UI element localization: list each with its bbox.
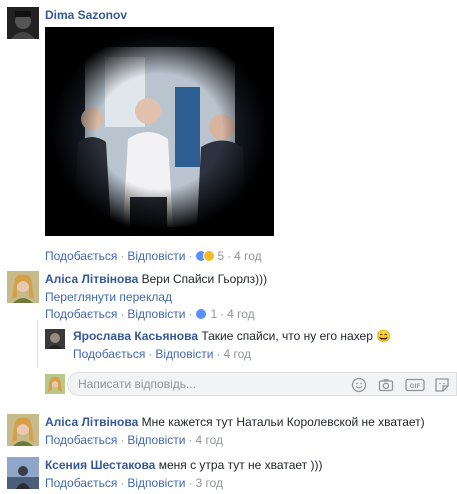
comment-text: Вери Спайси Гьорлз))) <box>141 272 268 286</box>
timestamp[interactable]: 3 год <box>195 476 223 490</box>
camera-icon[interactable] <box>378 377 394 393</box>
reply-input[interactable] <box>78 376 348 392</box>
see-translation-link[interactable]: Переглянути переклад <box>45 289 172 305</box>
current-user-avatar <box>45 374 65 394</box>
avatar[interactable] <box>7 7 39 39</box>
timestamp[interactable]: 4 год <box>223 347 251 361</box>
comment-author[interactable]: Dima Sazonov <box>45 8 127 22</box>
smile-emoji-icon: 😄 <box>376 329 392 343</box>
comment-text: Такие спайси, что ну его нахер <box>201 329 373 343</box>
comment-author[interactable]: Ярослава Касьянова <box>73 329 198 343</box>
reply-link[interactable]: Відповісти <box>127 249 185 263</box>
comment-photo[interactable] <box>45 27 274 236</box>
reply-link[interactable]: Відповісти <box>127 476 185 490</box>
avatar[interactable] <box>7 271 39 303</box>
like-link[interactable]: Подобається <box>73 347 145 361</box>
comment-author[interactable]: Аліса Літвінова <box>45 415 138 429</box>
emoji-icon[interactable] <box>351 377 367 393</box>
comment-author[interactable]: Аліса Літвінова <box>45 272 138 286</box>
sticker-icon[interactable] <box>434 377 450 393</box>
reactions-badge[interactable] <box>195 250 216 262</box>
reply-link[interactable]: Відповісти <box>127 307 185 321</box>
timestamp[interactable]: 4 год <box>195 433 223 447</box>
reactions-badge[interactable] <box>195 308 208 320</box>
gif-icon[interactable]: GIF <box>405 377 425 393</box>
comment-text: меня с утра тут не хватает ))) <box>158 458 323 472</box>
comment-text: Мне кажется тут Натальи Королевской не х… <box>141 415 425 429</box>
like-link[interactable]: Подобається <box>45 249 117 263</box>
avatar[interactable] <box>7 457 39 489</box>
timestamp[interactable]: 4 год <box>227 307 255 321</box>
svg-text:GIF: GIF <box>410 383 421 390</box>
reply-link[interactable]: Відповісти <box>155 347 213 361</box>
like-link[interactable]: Подобається <box>45 307 117 321</box>
avatar[interactable] <box>45 329 65 349</box>
timestamp[interactable]: 4 год <box>234 249 262 263</box>
like-link[interactable]: Подобається <box>45 476 117 490</box>
haha-reaction-icon <box>203 250 216 262</box>
reply-composer[interactable]: GIF <box>67 372 457 396</box>
reply-thread-line <box>37 320 38 368</box>
reply-link[interactable]: Відповісти <box>127 433 185 447</box>
comment-author[interactable]: Ксения Шестакова <box>45 458 155 472</box>
avatar[interactable] <box>7 414 39 446</box>
like-link[interactable]: Подобається <box>45 433 117 447</box>
like-reaction-icon <box>195 308 208 320</box>
